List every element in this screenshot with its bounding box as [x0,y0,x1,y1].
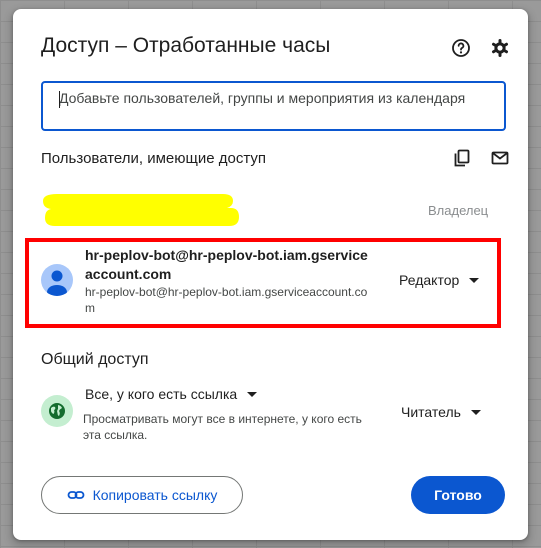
add-people-field[interactable] [41,81,506,131]
access-description: Просматривать могут все в интернете, у к… [83,412,362,442]
link-access-label: Все, у кого есть ссылка [85,386,238,402]
copy-link-label: Копировать ссылку [92,487,218,503]
dropdown-arrow-icon [470,409,481,415]
reader-role-label: Читатель [401,404,461,420]
service-account-name: hr-peplov-bot@hr-peplov-bot.iam.gservice… [85,247,368,282]
reader-role-dropdown[interactable]: Читатель [401,404,481,420]
share-dialog: Доступ – Отработанные часы Пользователи,… [13,9,528,540]
redacted-owner [43,192,239,226]
editor-role-dropdown[interactable]: Редактор [399,272,480,288]
dialog-title: Доступ – Отработанные часы [41,34,331,57]
globe-icon [41,395,73,427]
general-access-label: Общий доступ [41,351,149,368]
service-account-email: hr-peplov-bot@hr-peplov-bot.iam.gservice… [85,285,368,315]
email-icon[interactable] [488,146,512,170]
editor-role-label: Редактор [399,272,460,288]
dropdown-arrow-icon [247,391,258,397]
done-button[interactable]: Готово [411,476,505,514]
link-access-dropdown[interactable]: Все, у кого есть ссылка [85,386,258,402]
owner-role-label: Владелец [428,203,489,218]
add-people-input[interactable] [59,88,499,128]
copy-icon[interactable] [450,146,474,170]
person-icon [41,264,73,296]
users-with-access-label: Пользователи, имеющие доступ [41,150,267,167]
copy-link-button[interactable]: Копировать ссылку [41,476,243,514]
link-icon [67,491,84,499]
dropdown-arrow-icon [469,277,480,283]
text-caret [59,91,60,108]
help-icon[interactable] [449,36,473,60]
gear-icon[interactable] [488,36,512,60]
